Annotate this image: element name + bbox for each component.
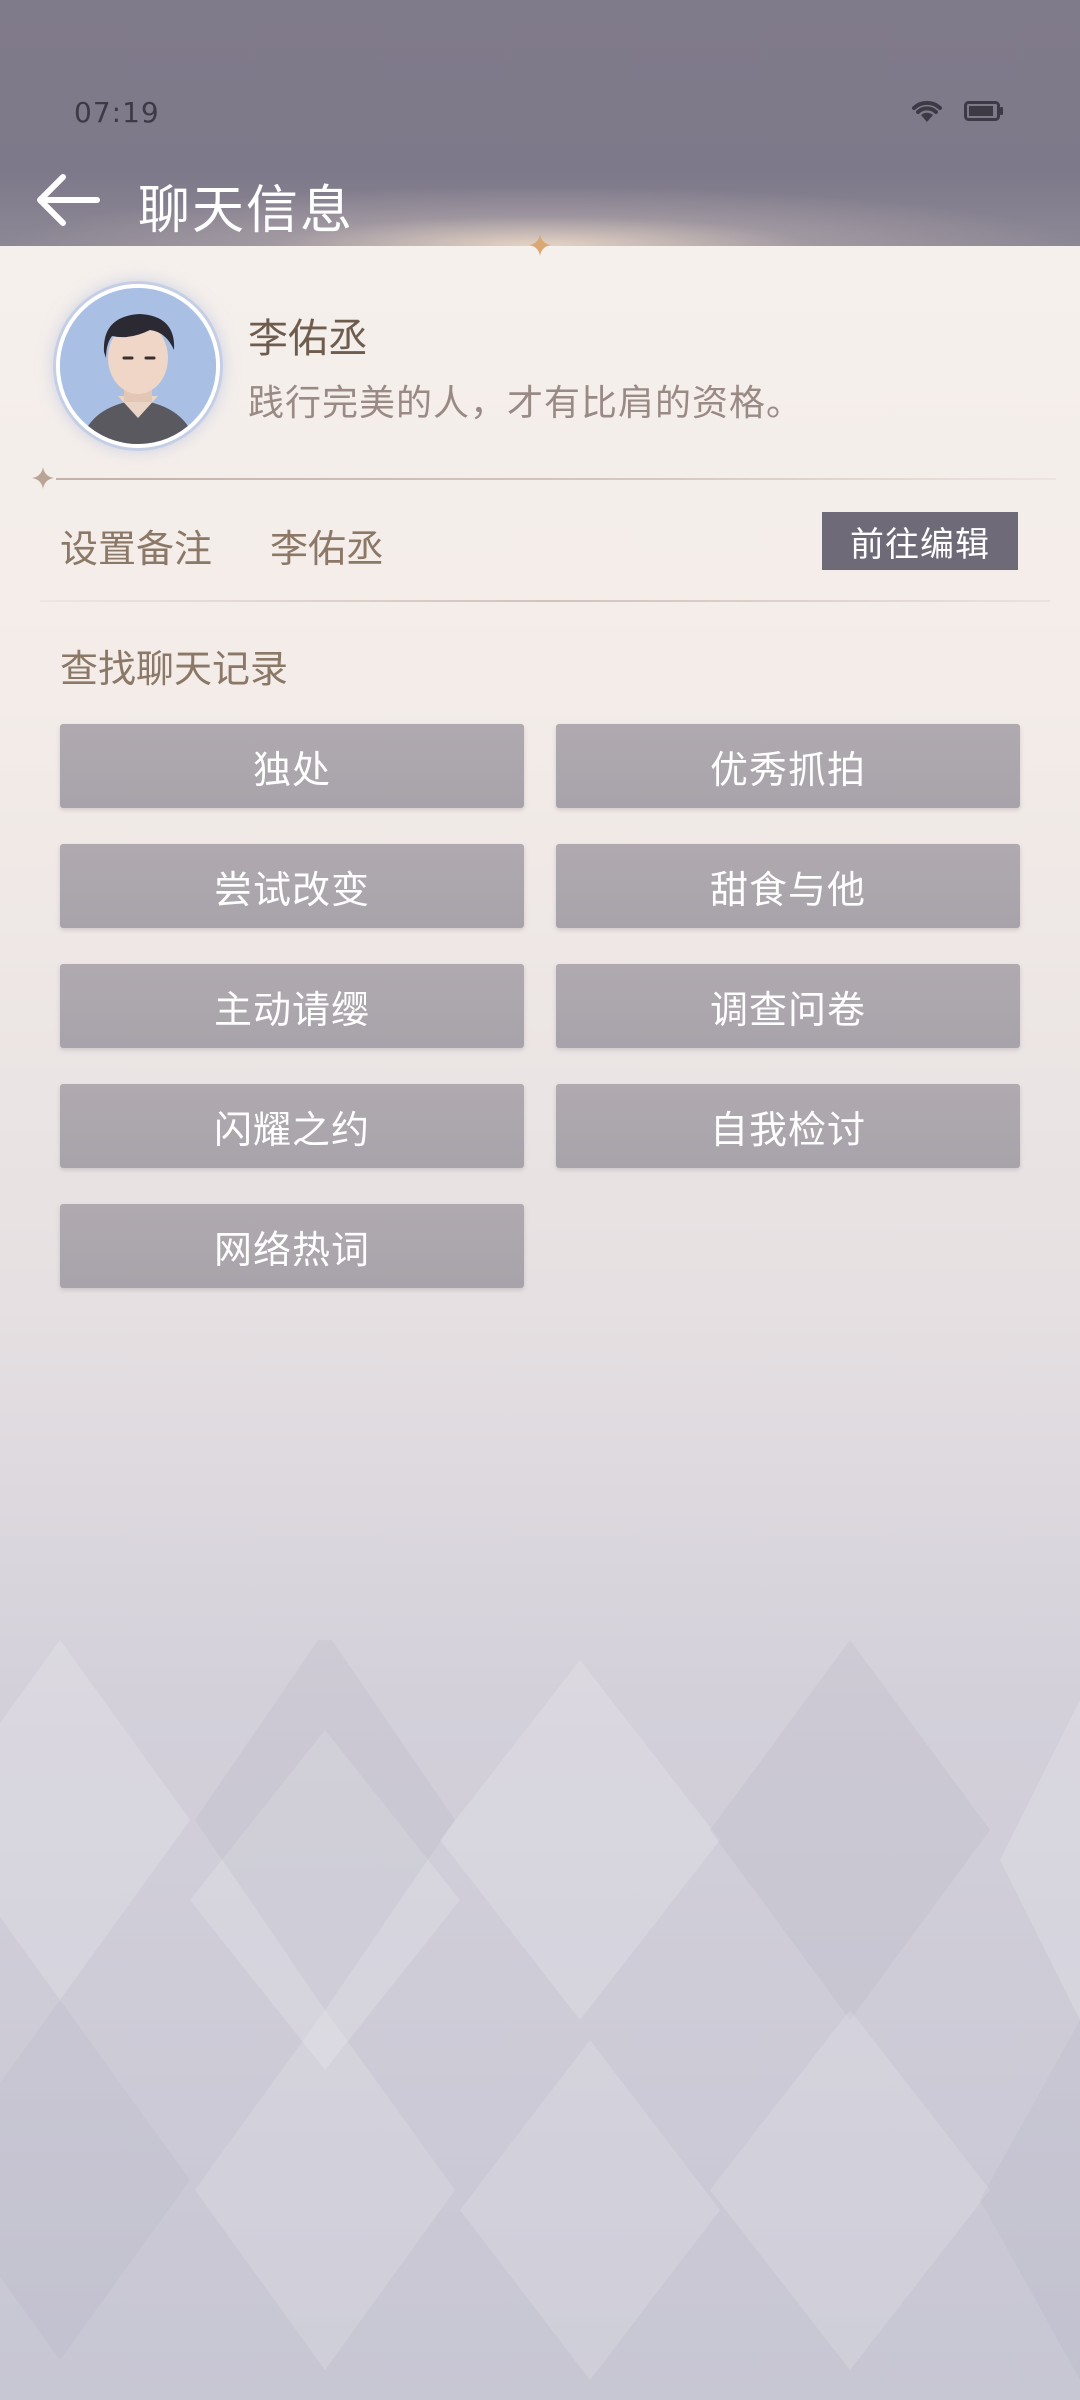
record-button[interactable]: 优秀抓拍 bbox=[556, 724, 1020, 808]
remark-label: 设置备注 bbox=[60, 527, 213, 571]
record-button[interactable]: 尝试改变 bbox=[60, 844, 524, 928]
page-title: 聊天信息 bbox=[138, 181, 355, 241]
record-button[interactable]: 甜食与他 bbox=[556, 844, 1020, 928]
profile-bio: 践行完美的人，才有比肩的资格。 bbox=[248, 383, 804, 424]
section-title-search-records: 查找聊天记录 bbox=[60, 647, 289, 691]
record-button[interactable]: 网络热词 bbox=[60, 1204, 524, 1288]
record-button[interactable]: 调查问卷 bbox=[556, 964, 1020, 1048]
profile-name: 李佑丞 bbox=[248, 316, 368, 362]
avatar[interactable] bbox=[56, 284, 220, 448]
profile-divider bbox=[56, 478, 1056, 480]
app-header: 07:19 聊天信息 bbox=[0, 0, 1080, 246]
wifi-icon bbox=[912, 100, 942, 122]
status-icons bbox=[910, 98, 1004, 124]
arrow-left-icon bbox=[37, 174, 100, 226]
back-button[interactable] bbox=[30, 164, 106, 236]
diamond-background-pattern bbox=[0, 1640, 1080, 2380]
record-button-grid: 独处 优秀抓拍 尝试改变 甜食与他 主动请缨 调查问卷 闪耀之约 自我检讨 网络… bbox=[60, 724, 1020, 1288]
record-button[interactable]: 主动请缨 bbox=[60, 964, 524, 1048]
remark-divider bbox=[40, 600, 1050, 602]
status-time: 07:19 bbox=[74, 96, 160, 129]
character-portrait-icon bbox=[60, 288, 216, 444]
record-button[interactable]: 闪耀之约 bbox=[60, 1084, 524, 1168]
battery-icon bbox=[964, 101, 1003, 121]
edit-remark-button[interactable]: 前往编辑 bbox=[822, 512, 1018, 570]
record-button[interactable]: 独处 bbox=[60, 724, 524, 808]
record-button[interactable]: 自我检讨 bbox=[556, 1084, 1020, 1168]
sparkle-star-icon bbox=[529, 234, 551, 256]
remark-value: 李佑丞 bbox=[270, 527, 385, 571]
divider-star-icon bbox=[32, 467, 54, 489]
